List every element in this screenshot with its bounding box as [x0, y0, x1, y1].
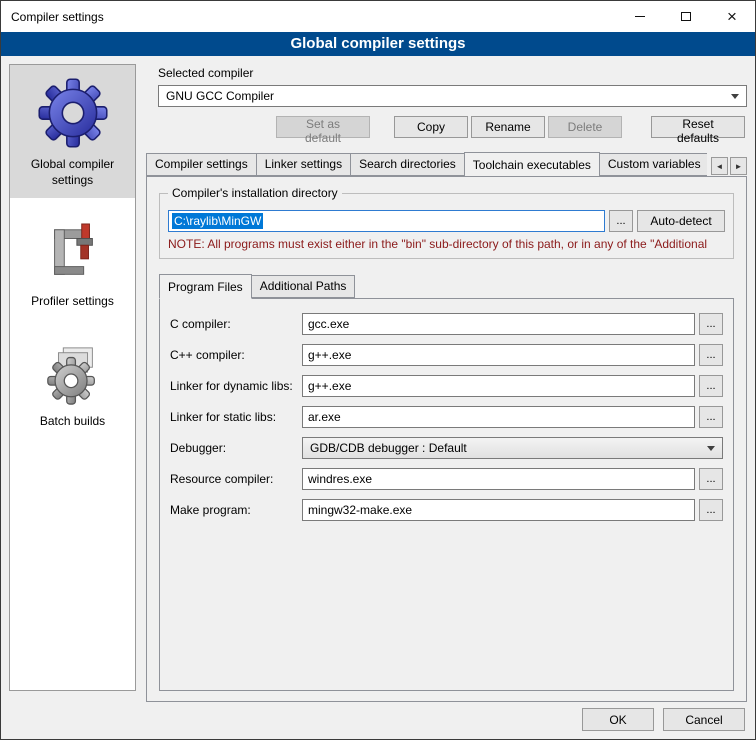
sidebar-item-batch-builds[interactable]: Batch builds — [10, 332, 135, 440]
toolchain-executables-panel: Compiler's installation directory C:\ray… — [146, 176, 747, 702]
program-files-tabstrip: Program Files Additional Paths — [157, 274, 736, 298]
rename-button[interactable]: Rename — [471, 116, 545, 138]
compiler-settings-window: Compiler settings × Global compiler sett… — [0, 0, 756, 740]
make-program-label: Make program: — [170, 503, 302, 517]
selected-compiler-label: Selected compiler — [158, 66, 747, 80]
browse-cpp-compiler-button[interactable]: ... — [699, 344, 723, 366]
static-linker-value: ar.exe — [308, 410, 341, 424]
installation-directory-input[interactable]: C:\raylib\MinGW — [168, 210, 605, 232]
tab-compiler-settings[interactable]: Compiler settings — [146, 153, 257, 176]
gear-icon — [37, 77, 109, 149]
debugger-dropdown[interactable]: GDB/CDB debugger : Default — [302, 437, 723, 459]
cpp-compiler-label: C++ compiler: — [170, 348, 302, 362]
set-as-default-button: Set as default — [276, 116, 370, 138]
reset-defaults-button[interactable]: Reset defaults — [651, 116, 745, 138]
tab-search-directories[interactable]: Search directories — [350, 153, 465, 176]
chevron-down-icon — [707, 446, 715, 451]
browse-c-compiler-button[interactable]: ... — [699, 313, 723, 335]
main-content: Selected compiler GNU GCC Compiler Set a… — [146, 64, 747, 702]
installation-directory-row: C:\raylib\MinGW ... Auto-detect — [168, 210, 725, 232]
sidebar-item-label: Batch builds — [40, 414, 105, 430]
browse-directory-button[interactable]: ... — [609, 210, 633, 232]
maximize-button[interactable] — [663, 1, 709, 32]
dialog-header: Global compiler settings — [1, 32, 755, 56]
selected-compiler-dropdown[interactable]: GNU GCC Compiler — [158, 85, 747, 107]
c-compiler-input[interactable]: gcc.exe — [302, 313, 695, 335]
tab-additional-paths[interactable]: Additional Paths — [251, 275, 356, 298]
resource-compiler-value: windres.exe — [308, 472, 372, 486]
tab-scroll-right-icon[interactable]: ► — [730, 157, 747, 175]
dialog-body: Global compiler settings Profiler settin… — [1, 56, 755, 702]
auto-detect-button[interactable]: Auto-detect — [637, 210, 725, 232]
dialog-footer: OK Cancel — [582, 708, 745, 731]
tab-strip: Compiler settings Linker settings Search… — [146, 152, 747, 176]
delete-button: Delete — [548, 116, 622, 138]
browse-static-linker-button[interactable]: ... — [699, 406, 723, 428]
ok-button[interactable]: OK — [582, 708, 654, 731]
close-icon: × — [727, 8, 737, 25]
installation-directory-value: C:\raylib\MinGW — [172, 213, 263, 229]
c-compiler-label: C compiler: — [170, 317, 302, 331]
minimize-icon — [635, 16, 645, 17]
field-row-cpp-compiler: C++ compiler: g++.exe ... — [170, 344, 723, 366]
c-compiler-value: gcc.exe — [308, 317, 349, 331]
cpp-compiler-value: g++.exe — [308, 348, 351, 362]
dynamic-linker-input[interactable]: g++.exe — [302, 375, 695, 397]
resource-compiler-label: Resource compiler: — [170, 472, 302, 486]
field-row-dynamic-linker: Linker for dynamic libs: g++.exe ... — [170, 375, 723, 397]
titlebar[interactable]: Compiler settings × — [1, 1, 755, 32]
field-row-debugger: Debugger: GDB/CDB debugger : Default — [170, 437, 723, 459]
make-program-input[interactable]: mingw32-make.exe — [302, 499, 695, 521]
static-linker-input[interactable]: ar.exe — [302, 406, 695, 428]
tab-custom-variables[interactable]: Custom variables — [599, 153, 707, 176]
sidebar-item-label: Profiler settings — [31, 294, 114, 310]
installation-directory-legend: Compiler's installation directory — [168, 186, 342, 200]
note-text: NOTE: All programs must exist either in … — [168, 237, 725, 251]
dynamic-linker-value: g++.exe — [308, 379, 351, 393]
chevron-down-icon — [731, 94, 739, 99]
tabs: Compiler settings Linker settings Search… — [146, 152, 707, 176]
field-row-resource-compiler: Resource compiler: windres.exe ... — [170, 468, 723, 490]
field-row-make-program: Make program: mingw32-make.exe ... — [170, 499, 723, 521]
profiler-tool-icon — [42, 222, 104, 286]
batch-builds-icon — [42, 344, 104, 406]
tab-linker-settings[interactable]: Linker settings — [256, 153, 351, 176]
make-program-value: mingw32-make.exe — [308, 503, 412, 517]
browse-dynamic-linker-button[interactable]: ... — [699, 375, 723, 397]
debugger-label: Debugger: — [170, 441, 302, 455]
maximize-icon — [681, 12, 691, 21]
category-sidebar: Global compiler settings Profiler settin… — [9, 64, 136, 691]
browse-resource-compiler-button[interactable]: ... — [699, 468, 723, 490]
window-controls: × — [617, 1, 755, 32]
field-row-static-linker: Linker for static libs: ar.exe ... — [170, 406, 723, 428]
sidebar-item-label: Global compiler settings — [12, 157, 133, 188]
sidebar-item-global-compiler-settings[interactable]: Global compiler settings — [10, 65, 135, 198]
dynamic-linker-label: Linker for dynamic libs: — [170, 379, 302, 393]
compiler-buttons-row: Set as default Copy Rename Delete Reset … — [158, 116, 747, 138]
cpp-compiler-input[interactable]: g++.exe — [302, 344, 695, 366]
window-title: Compiler settings — [1, 10, 617, 24]
sidebar-item-profiler-settings[interactable]: Profiler settings — [10, 210, 135, 320]
static-linker-label: Linker for static libs: — [170, 410, 302, 424]
resource-compiler-input[interactable]: windres.exe — [302, 468, 695, 490]
field-row-c-compiler: C compiler: gcc.exe ... — [170, 313, 723, 335]
cancel-button[interactable]: Cancel — [663, 708, 745, 731]
minimize-button[interactable] — [617, 1, 663, 32]
debugger-value: GDB/CDB debugger : Default — [310, 441, 467, 455]
tab-scroll-left-icon[interactable]: ◄ — [711, 157, 728, 175]
browse-make-program-button[interactable]: ... — [699, 499, 723, 521]
installation-directory-groupbox: Compiler's installation directory C:\ray… — [159, 193, 734, 259]
program-files-panel: C compiler: gcc.exe ... C++ compiler: g+… — [159, 298, 734, 691]
tab-program-files[interactable]: Program Files — [159, 274, 252, 299]
close-button[interactable]: × — [709, 1, 755, 32]
copy-button[interactable]: Copy — [394, 116, 468, 138]
tab-scroll-buttons: ◄ ► — [711, 157, 747, 175]
selected-compiler-value: GNU GCC Compiler — [166, 89, 274, 103]
tab-toolchain-executables[interactable]: Toolchain executables — [464, 152, 600, 176]
